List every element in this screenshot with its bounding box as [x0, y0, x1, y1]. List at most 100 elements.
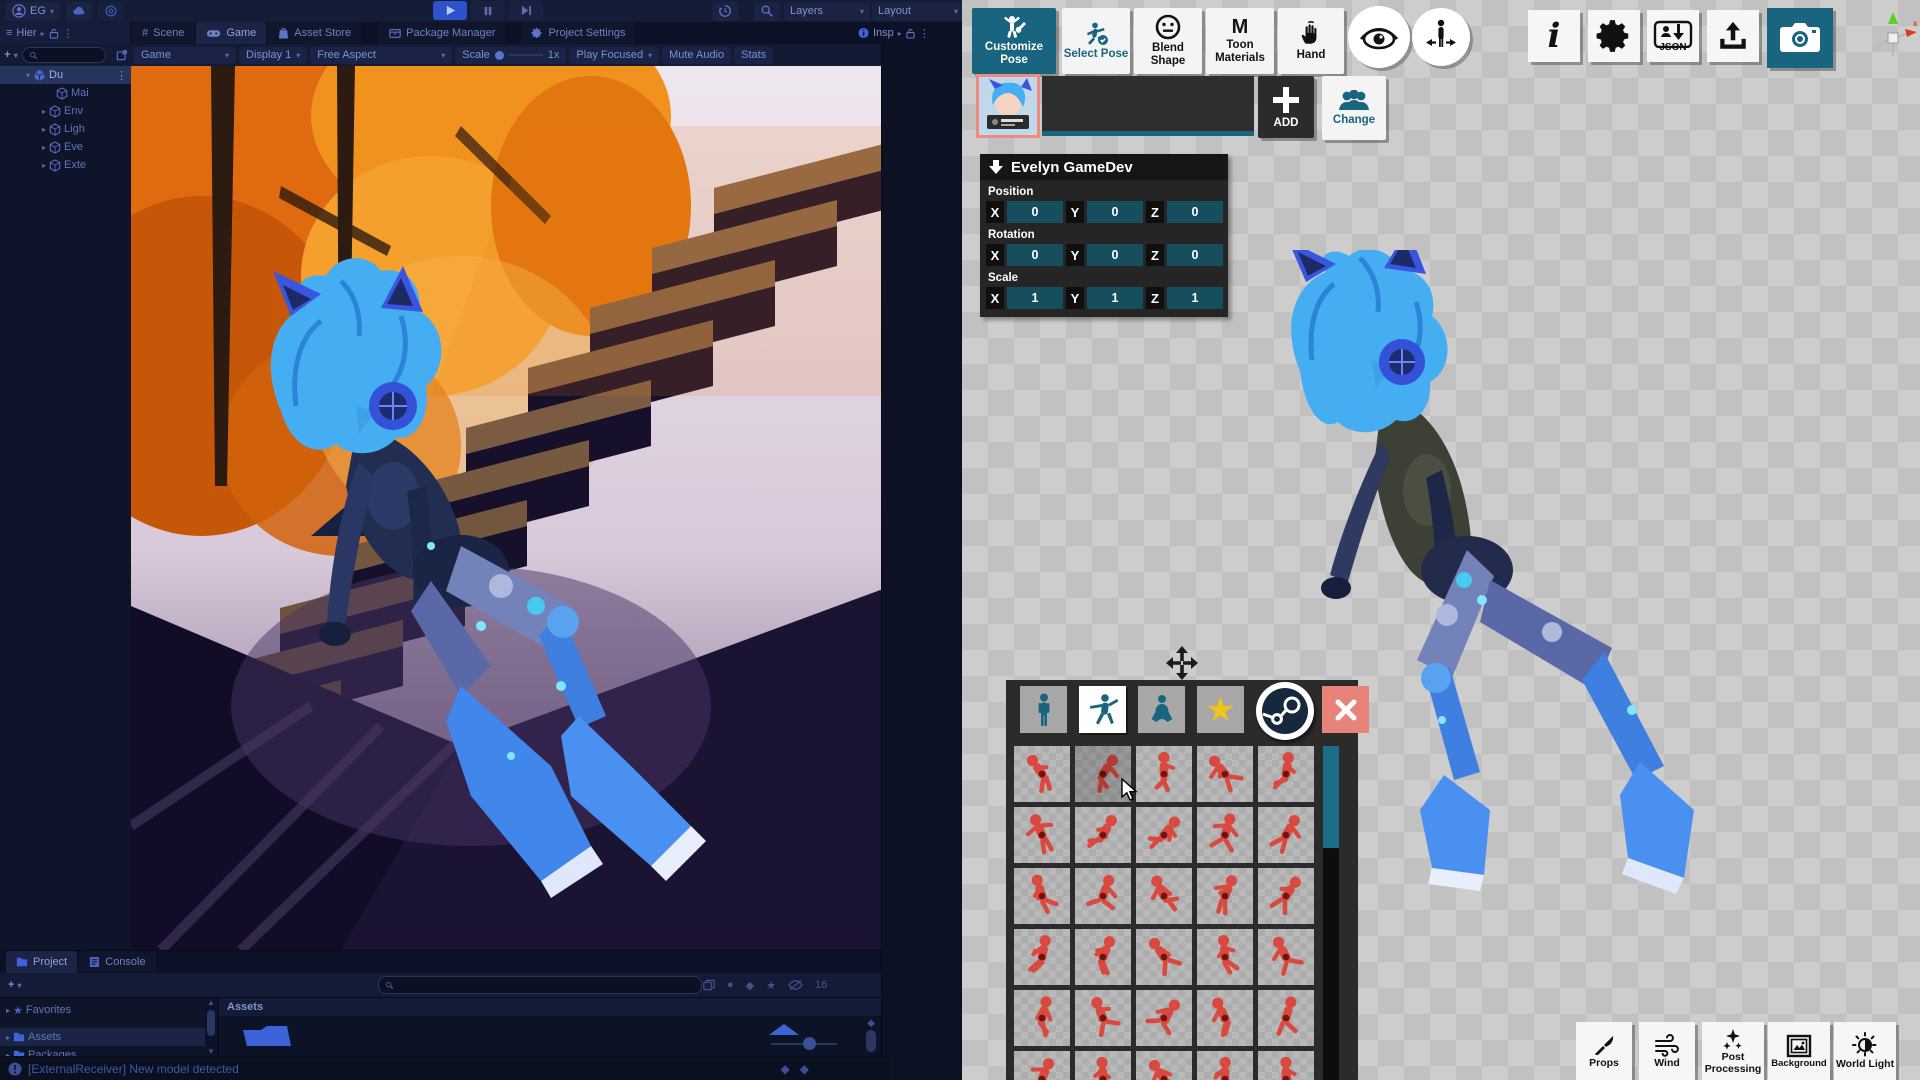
kebab-menu-icon[interactable]: ⋮	[63, 27, 74, 40]
kebab-menu-icon[interactable]: ⋮	[919, 27, 930, 40]
pose-thumbnail[interactable]	[1197, 807, 1253, 863]
transform-panel-header[interactable]: Evelyn GameDev	[980, 154, 1228, 180]
pose-thumbnail[interactable]	[1258, 868, 1314, 924]
tree-scrollbar[interactable]: ▲ ▼	[205, 998, 218, 1056]
position-z-field[interactable]: 0	[1167, 201, 1223, 223]
pose-thumbnail[interactable]	[1197, 990, 1253, 1046]
screenshot-button[interactable]	[1767, 8, 1833, 68]
plastic-scm-button[interactable]	[98, 2, 124, 21]
avatar-thumbnail[interactable]	[976, 74, 1040, 138]
search-everywhere-button[interactable]	[754, 2, 780, 21]
props-button[interactable]: Props	[1576, 1022, 1632, 1080]
rotation-x-field[interactable]: 0	[1007, 244, 1063, 266]
aspect-dropdown[interactable]: Free Aspect▾	[310, 47, 452, 64]
pose-thumbnail[interactable]	[1075, 990, 1131, 1046]
json-import-button[interactable]: JSON	[1647, 10, 1699, 62]
foldout-closed-icon[interactable]: ▸	[42, 161, 46, 170]
add-asset-button[interactable]: + ▾	[8, 979, 22, 991]
gizmo-x-axis[interactable]	[1905, 29, 1917, 37]
layout-dropdown[interactable]: Layout▾	[872, 2, 964, 21]
tab-console[interactable]: Console	[79, 951, 155, 973]
world-light-button[interactable]: World Light	[1834, 1022, 1896, 1080]
pose-thumbnail[interactable]	[1136, 1051, 1192, 1080]
favorites-filter-icon[interactable]: ★	[766, 979, 776, 992]
hierarchy-item[interactable]: ▸ Env	[0, 102, 131, 120]
pose-thumbnail[interactable]	[1197, 746, 1253, 802]
scale-slider-knob[interactable]	[495, 51, 504, 60]
project-search-input[interactable]	[378, 976, 702, 994]
position-x-field[interactable]: 0	[1007, 201, 1063, 223]
eye-hidden-icon[interactable]	[788, 978, 803, 992]
pose-thumbnail[interactable]	[1136, 746, 1192, 802]
asset-folder-icon[interactable]	[241, 1024, 301, 1048]
popout-icon[interactable]	[116, 48, 128, 62]
cloud-button[interactable]	[66, 2, 92, 21]
pose-thumbnail[interactable]	[1136, 990, 1192, 1046]
avatar-slot-strip[interactable]	[1042, 76, 1254, 136]
hierarchy-tab[interactable]: ≡ Hier ▸ ⋮	[0, 22, 130, 44]
status-bar[interactable]: [ExternalReceiver] New model detected ◆◆	[0, 1056, 889, 1080]
game-view-dropdown[interactable]: Game▾	[134, 47, 236, 64]
visibility-eye-button[interactable]	[1348, 6, 1410, 68]
foldout-closed-icon[interactable]: ▸	[42, 143, 46, 152]
pose-thumbnail[interactable]	[1075, 807, 1131, 863]
tree-assets[interactable]: ▸ Assets	[0, 1028, 205, 1046]
foldout-closed-icon[interactable]: ▸	[6, 1033, 10, 1042]
hierarchy-search-input[interactable]	[22, 47, 106, 63]
hand-button[interactable]: Hand	[1278, 8, 1344, 74]
play-focused-dropdown[interactable]: Play Focused▾	[569, 47, 659, 64]
step-button[interactable]	[509, 1, 543, 20]
collab-icon[interactable]: ◆	[781, 1062, 790, 1076]
mute-audio-toggle[interactable]: Mute Audio	[662, 47, 731, 64]
customize-pose-button[interactable]: Customize Pose	[972, 8, 1056, 74]
pose-thumbnail[interactable]	[1014, 807, 1070, 863]
stats-toggle[interactable]: Stats	[734, 47, 773, 64]
services-icon[interactable]: ◆	[800, 1062, 809, 1076]
play-button[interactable]	[433, 1, 467, 20]
pose-tab-sitting[interactable]	[1138, 686, 1185, 733]
move-panel-handle-icon[interactable]	[1164, 646, 1200, 680]
scroll-up-icon[interactable]: ▲	[207, 998, 215, 1007]
game-view[interactable]	[131, 66, 881, 950]
pose-tab-action[interactable]	[1079, 686, 1126, 733]
rotation-z-field[interactable]: 0	[1167, 244, 1223, 266]
scale-slider[interactable]: Scale 1x	[455, 47, 566, 64]
position-y-field[interactable]: 0	[1087, 201, 1143, 223]
pose-thumbnail[interactable]	[1197, 1051, 1253, 1080]
pose-thumbnail[interactable]	[1075, 1051, 1131, 1080]
lock-icon[interactable]	[906, 28, 915, 39]
tab-project-settings[interactable]: Project Settings	[521, 22, 635, 44]
shader-filter-icon[interactable]: ◆	[746, 979, 754, 992]
inspector-tab[interactable]: Insp ▸ ⋮	[852, 22, 962, 44]
pose-thumbnail[interactable]	[1258, 929, 1314, 985]
foldout-closed-icon[interactable]: ▸	[6, 1006, 10, 1015]
hierarchy-item[interactable]: ▸ Eve	[0, 138, 131, 156]
tree-favorites[interactable]: ▸ ★ Favorites	[0, 1001, 205, 1019]
account-button[interactable]: EG ▾	[6, 2, 60, 21]
change-avatar-button[interactable]: Change	[1322, 76, 1386, 140]
axis-gizmo[interactable]: x	[1867, 10, 1919, 64]
pose-thumbnail[interactable]	[1197, 868, 1253, 924]
settings-button[interactable]	[1588, 10, 1640, 62]
foldout-closed-icon[interactable]: ▸	[42, 107, 46, 116]
blend-shape-button[interactable]: Blend Shape	[1134, 8, 1202, 74]
rotation-y-field[interactable]: 0	[1087, 244, 1143, 266]
tab-scene[interactable]: # Scene	[132, 22, 194, 44]
tab-project[interactable]: Project	[6, 951, 77, 973]
gizmo-center-cube[interactable]	[1888, 33, 1898, 43]
pose-thumbnail[interactable]	[1014, 868, 1070, 924]
pose-thumbnail[interactable]	[1258, 1051, 1314, 1080]
body-adjust-button[interactable]	[1412, 8, 1470, 66]
tab-asset-store[interactable]: Asset Store	[268, 22, 361, 44]
select-pose-button[interactable]: Select Pose	[1062, 8, 1130, 74]
pose-tab-favorites[interactable]: ★	[1197, 686, 1244, 733]
add-object-button[interactable]: + ▾	[0, 49, 22, 61]
kebab-menu-icon[interactable]: ⋮	[116, 69, 127, 82]
scale-x-field[interactable]: 1	[1007, 287, 1063, 309]
background-button[interactable]: Background	[1768, 1022, 1830, 1080]
pose-thumbnail[interactable]	[1136, 929, 1192, 985]
foldout-closed-icon[interactable]: ▸	[42, 125, 46, 134]
tab-package-manager[interactable]: Package Manager	[379, 22, 505, 44]
undo-history-button[interactable]	[712, 2, 738, 21]
zoom-slider-knob[interactable]	[803, 1037, 816, 1050]
